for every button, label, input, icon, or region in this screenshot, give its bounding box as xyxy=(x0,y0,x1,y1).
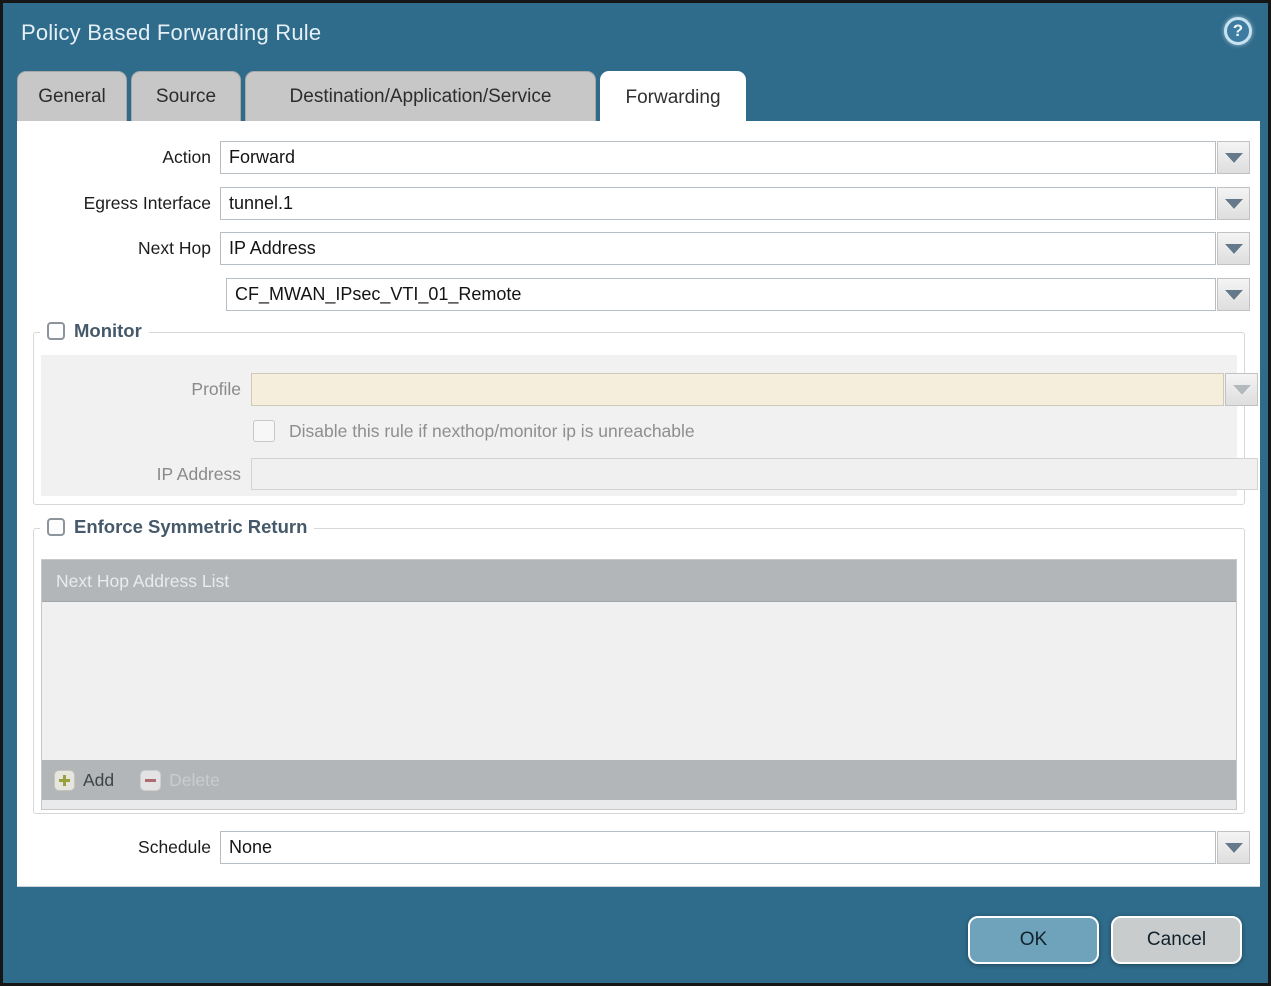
schedule-dropdown-button[interactable] xyxy=(1217,831,1250,864)
schedule-dropdown[interactable]: None xyxy=(220,831,1250,864)
schedule-value[interactable]: None xyxy=(220,831,1216,864)
monitor-profile-label: Profile xyxy=(191,379,241,399)
action-dropdown[interactable]: Forward xyxy=(220,141,1250,174)
action-label: Action xyxy=(162,147,211,167)
table-toolbar: Add Delete xyxy=(42,760,1236,800)
disable-rule-label: Disable this rule if nexthop/monitor ip … xyxy=(289,420,695,441)
add-button-label: Add xyxy=(83,769,115,790)
delete-button-label: Delete xyxy=(169,769,220,790)
help-icon[interactable]: ? xyxy=(1224,17,1252,45)
action-dropdown-button[interactable] xyxy=(1217,141,1250,174)
delete-button[interactable]: Delete xyxy=(140,769,220,791)
next-hop-type-dropdown[interactable]: IP Address xyxy=(220,232,1250,265)
add-icon xyxy=(54,769,75,791)
egress-interface-value[interactable]: tunnel.1 xyxy=(220,187,1216,220)
schedule-label: Schedule xyxy=(138,837,211,857)
delete-icon xyxy=(140,769,162,791)
chevron-down-icon xyxy=(1224,243,1243,254)
next-hop-address-dropdown-button[interactable] xyxy=(1217,278,1250,311)
monitor-profile-dropdown xyxy=(251,373,1258,406)
ok-button[interactable]: OK xyxy=(968,916,1099,964)
monitor-panel: Profile Disable this rule if nexthop/mon… xyxy=(41,355,1258,496)
next-hop-address-list-header[interactable]: Next Hop Address List xyxy=(42,560,1236,602)
chevron-down-icon xyxy=(1224,198,1243,209)
next-hop-address-value[interactable]: CF_MWAN_IPsec_VTI_01_Remote xyxy=(226,278,1216,311)
cancel-button[interactable]: Cancel xyxy=(1111,916,1242,964)
chevron-down-icon xyxy=(1224,289,1243,300)
monitor-section: Monitor Profile Disable this rule if nex… xyxy=(33,320,1258,505)
policy-based-forwarding-dialog: Policy Based Forwarding Rule ? General S… xyxy=(0,0,1271,986)
monitor-profile-value xyxy=(251,373,1224,406)
enforce-symmetric-return-section: Enforce Symmetric Return Next Hop Addres… xyxy=(33,516,1245,814)
monitor-ip-address-label: IP Address xyxy=(156,464,241,484)
next-hop-address-dropdown[interactable]: CF_MWAN_IPsec_VTI_01_Remote xyxy=(226,278,1250,311)
add-button[interactable]: Add xyxy=(54,769,115,791)
disable-rule-checkbox xyxy=(253,420,275,442)
egress-interface-dropdown-button[interactable] xyxy=(1217,187,1250,220)
action-value[interactable]: Forward xyxy=(220,141,1216,174)
tab-panel-forwarding: Action Forward Egress Interface tunnel.1… xyxy=(17,121,1260,887)
next-hop-type-dropdown-button[interactable] xyxy=(1217,232,1250,265)
egress-interface-dropdown[interactable]: tunnel.1 xyxy=(220,187,1250,220)
chevron-down-icon xyxy=(1224,842,1243,853)
next-hop-type-value[interactable]: IP Address xyxy=(220,232,1216,265)
chevron-down-icon xyxy=(1232,384,1251,395)
tab-destination-application-service[interactable]: Destination/Application/Service xyxy=(245,71,596,121)
disable-rule-row: Disable this rule if nexthop/monitor ip … xyxy=(253,420,695,442)
monitor-ip-address-input xyxy=(251,458,1258,490)
tab-general[interactable]: General xyxy=(17,71,127,121)
monitor-profile-dropdown-button xyxy=(1225,373,1258,406)
next-hop-address-list-body[interactable] xyxy=(42,602,1236,760)
table-pager-strip xyxy=(42,800,1236,809)
enforce-symmetric-return-legend: Enforce Symmetric Return xyxy=(40,516,315,538)
tab-bar: General Source Destination/Application/S… xyxy=(17,71,746,123)
titlebar: Policy Based Forwarding Rule ? xyxy=(3,3,1268,65)
tab-source[interactable]: Source xyxy=(131,71,241,121)
egress-interface-label: Egress Interface xyxy=(83,193,211,213)
enforce-symmetric-return-checkbox[interactable] xyxy=(47,518,65,536)
enforce-symmetric-return-label: Enforce Symmetric Return xyxy=(74,516,308,537)
next-hop-label: Next Hop xyxy=(138,238,211,258)
tab-forwarding[interactable]: Forwarding xyxy=(600,71,746,123)
monitor-legend-label: Monitor xyxy=(74,320,142,341)
next-hop-address-table: Next Hop Address List Add Delete xyxy=(41,559,1237,810)
chevron-down-icon xyxy=(1224,152,1243,163)
dialog-title: Policy Based Forwarding Rule xyxy=(21,20,322,45)
monitor-checkbox[interactable] xyxy=(47,322,65,340)
monitor-legend: Monitor xyxy=(40,320,149,342)
